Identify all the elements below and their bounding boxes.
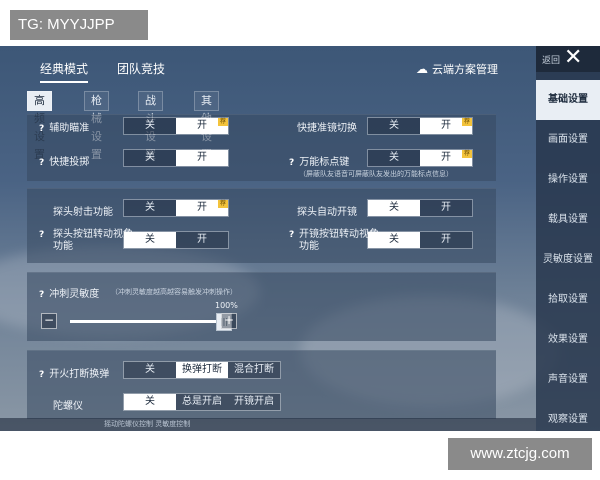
settings-card-fire: ? 开火打断换弹 关 换弹打断 混合打断 陀螺仪 关 总是开启 开镜开启: [27, 350, 496, 419]
help-icon: ?: [289, 230, 295, 240]
marker-note: （屏蔽队友语音可屏蔽队友发出的万能标点信息）: [299, 170, 453, 178]
nav-vehicle-settings[interactable]: 载具设置: [536, 200, 600, 240]
right-panel-header: 返回 ✕: [536, 46, 600, 72]
back-label[interactable]: 返回: [542, 53, 560, 66]
option-off[interactable]: 关: [368, 232, 420, 248]
sprint-sensitivity-label: ? 冲刺灵敏度: [39, 289, 100, 300]
option-on[interactable]: 开: [420, 200, 472, 216]
sprint-note: （冲刺灵敏度越高越容易触发冲刺操作）: [111, 288, 237, 296]
option-on[interactable]: 开荐: [176, 200, 228, 216]
recommended-badge: 荐: [218, 118, 228, 126]
subtab-weapons[interactable]: 枪械设置: [84, 91, 109, 161]
peek-auto-scope-toggle[interactable]: 关 开: [367, 199, 473, 217]
sprint-slider[interactable]: |||: [70, 313, 232, 331]
fire-interrupt-label: ? 开火打断换弹: [39, 369, 110, 380]
help-icon: ?: [39, 230, 45, 240]
help-icon: ?: [39, 158, 45, 168]
decrease-button[interactable]: −: [41, 313, 57, 329]
quick-scope-label: 快捷准镜切换: [297, 123, 357, 134]
option-on[interactable]: 开: [176, 150, 228, 166]
nav-controls-settings[interactable]: 操作设置: [536, 160, 600, 200]
option-off[interactable]: 关: [124, 150, 176, 166]
scope-rotate-toggle[interactable]: 关 开: [367, 231, 473, 249]
option-off[interactable]: 关: [368, 200, 420, 216]
option-on[interactable]: 开荐: [420, 118, 472, 134]
increase-button[interactable]: +: [221, 313, 237, 329]
nav-basic-settings[interactable]: 基础设置: [536, 80, 600, 120]
nav-sound-settings[interactable]: 声音设置: [536, 360, 600, 400]
cloud-scheme-link[interactable]: ☁ 云端方案管理: [416, 61, 498, 77]
nav-effects-settings[interactable]: 效果设置: [536, 320, 600, 360]
option-off[interactable]: 关: [124, 118, 176, 134]
nav-observe-settings[interactable]: 观察设置: [536, 400, 600, 431]
peek-rotate-toggle[interactable]: 关 开: [123, 231, 229, 249]
help-icon: ?: [39, 124, 45, 134]
subtab-other[interactable]: 其他设置: [194, 91, 219, 161]
nav-graphics-settings[interactable]: 画面设置: [536, 120, 600, 160]
subtab-frequent[interactable]: 高频设置: [27, 91, 52, 161]
aim-assist-toggle[interactable]: 关 开荐: [123, 117, 229, 135]
option-off[interactable]: 关: [124, 232, 176, 248]
option-on[interactable]: 开: [176, 232, 228, 248]
option-mixed-interrupt[interactable]: 混合打断: [228, 362, 280, 378]
option-on[interactable]: 开: [420, 232, 472, 248]
settings-card-peek: 探头射击功能 关 开荐 探头自动开镜 关 开 ? 探头按钮转动视角功能 关 开 …: [27, 188, 496, 263]
peek-rotate-help: ?: [39, 229, 49, 240]
option-on[interactable]: 开荐: [420, 150, 472, 166]
peek-rotate-label: 探头按钮转动视角功能: [53, 229, 133, 252]
help-icon: ?: [289, 158, 295, 168]
universal-marker-toggle[interactable]: 关 开荐: [367, 149, 473, 167]
option-off[interactable]: 关: [124, 394, 176, 410]
right-nav-panel: 返回 ✕ 基础设置 画面设置 操作设置 载具设置 灵敏度设置 拾取设置 效果设置…: [536, 46, 600, 431]
cloud-scheme-label: 云端方案管理: [432, 63, 498, 76]
quick-scope-toggle[interactable]: 关 开荐: [367, 117, 473, 135]
watermark-top: TG: MYYJJPP: [10, 10, 148, 40]
option-off[interactable]: 关: [124, 362, 176, 378]
sprint-value: 100%: [215, 301, 238, 310]
settings-card-sprint: ? 冲刺灵敏度 （冲刺灵敏度越高越容易触发冲刺操作） 100% − ||| +: [27, 272, 496, 341]
fire-interrupt-selector[interactable]: 关 换弹打断 混合打断: [123, 361, 281, 379]
option-off[interactable]: 关: [124, 200, 176, 216]
watermark-bottom: www.ztcjg.com: [448, 438, 592, 470]
nav-pickup-settings[interactable]: 拾取设置: [536, 280, 600, 320]
subtab-combat[interactable]: 战斗设置: [138, 91, 163, 161]
peek-fire-label: 探头射击功能: [53, 207, 113, 218]
close-icon[interactable]: ✕: [564, 46, 582, 70]
cloud-icon: ☁: [416, 62, 428, 76]
option-off[interactable]: 关: [368, 118, 420, 134]
bottom-strip: 摇动陀螺仪控制 灵敏度控制: [0, 418, 536, 431]
recommended-badge: 荐: [462, 118, 472, 126]
settings-screen: 经典模式 团队竞技 ☁ 云端方案管理 高频设置 枪械设置 战斗设置 其他设置 ?辅…: [0, 46, 600, 431]
gyroscope-selector[interactable]: 关 总是开启 开镜开启: [123, 393, 281, 411]
option-always-on[interactable]: 总是开启: [176, 394, 228, 410]
help-icon: ?: [39, 370, 45, 380]
universal-marker-label: ? 万能标点键: [289, 157, 350, 168]
nav-sensitivity-settings[interactable]: 灵敏度设置: [536, 240, 600, 280]
tab-team-deathmatch[interactable]: 团队竞技: [117, 60, 165, 77]
recommended-badge: 荐: [218, 200, 228, 208]
gyroscope-label: 陀螺仪: [53, 401, 83, 412]
option-off[interactable]: 关: [368, 150, 420, 166]
scope-rotate-help: ?: [289, 229, 299, 240]
option-reload-interrupt[interactable]: 换弹打断: [176, 362, 228, 378]
option-on[interactable]: 开荐: [176, 118, 228, 134]
peek-auto-scope-label: 探头自动开镜: [297, 207, 357, 218]
help-icon: ?: [39, 290, 45, 300]
peek-fire-toggle[interactable]: 关 开荐: [123, 199, 229, 217]
quick-throw-label: ? 快捷投掷: [39, 157, 90, 168]
tab-classic-mode[interactable]: 经典模式: [40, 60, 89, 83]
quick-throw-toggle[interactable]: 关 开: [123, 149, 229, 167]
aim-assist-label: ? 辅助瞄准: [39, 123, 90, 134]
option-scope-on[interactable]: 开镜开启: [228, 394, 280, 410]
recommended-badge: 荐: [462, 150, 472, 158]
settings-card-assist: ? 辅助瞄准 关 开荐 快捷准镜切换 关 开荐 ? 快捷投掷 关 开 ? 万能标点键 …: [27, 114, 496, 181]
